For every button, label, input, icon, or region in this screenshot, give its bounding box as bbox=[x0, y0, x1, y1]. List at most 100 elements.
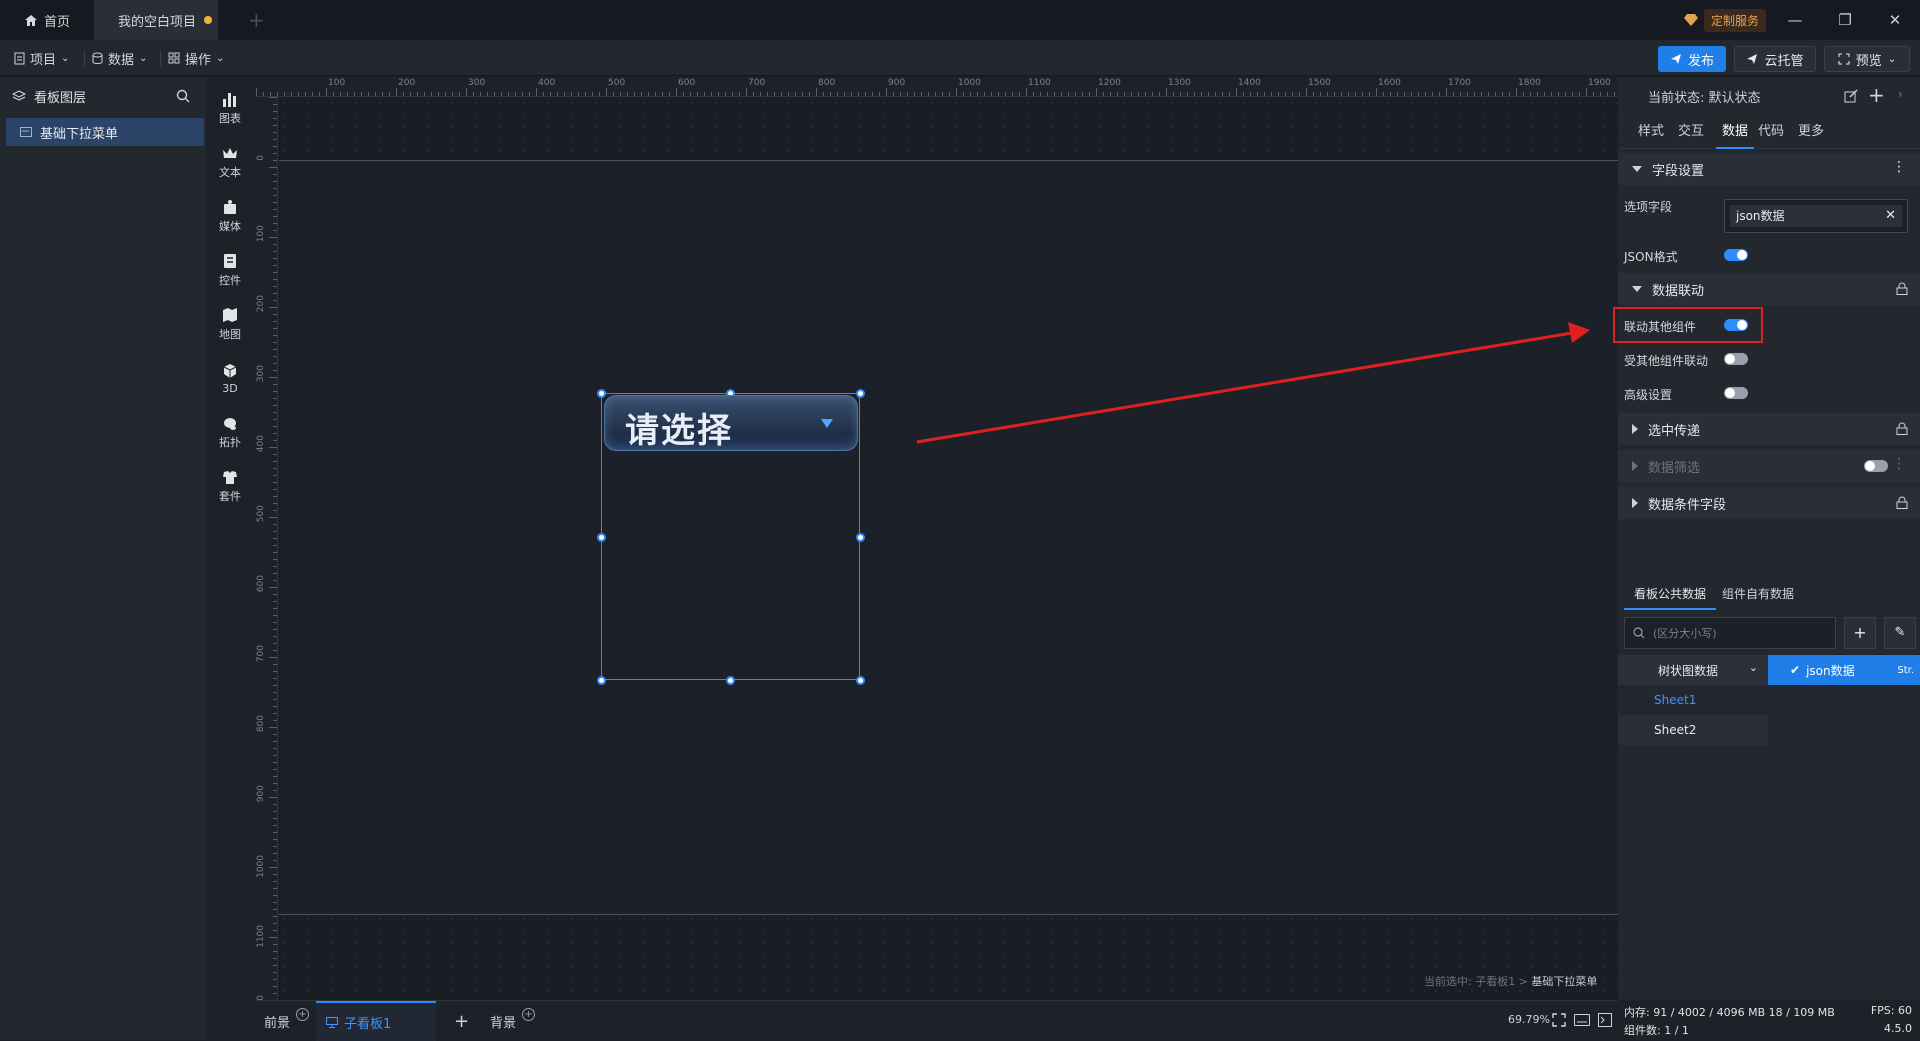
ruler-tick bbox=[273, 965, 277, 966]
ruler-tick bbox=[273, 321, 277, 322]
ruler-tick bbox=[273, 678, 277, 679]
resize-handle[interactable] bbox=[856, 676, 865, 685]
tab-home[interactable]: 首页 bbox=[0, 0, 94, 40]
custom-service-button[interactable]: 定制服务 bbox=[1684, 8, 1767, 32]
resize-handle[interactable] bbox=[726, 676, 735, 685]
tab-project[interactable]: 我的空白项目 bbox=[94, 0, 218, 40]
component-text[interactable]: 文本 bbox=[206, 139, 254, 185]
ruler-tick bbox=[431, 92, 432, 96]
zoom-level[interactable]: 69.79% bbox=[1508, 1013, 1550, 1026]
ruler-tick bbox=[361, 92, 362, 96]
menu-operate[interactable]: 操作 ⌄ bbox=[168, 48, 224, 68]
lock-icon[interactable] bbox=[1896, 282, 1908, 295]
terminal-icon[interactable] bbox=[1598, 1013, 1612, 1027]
edit-icon[interactable] bbox=[1844, 89, 1858, 103]
minimize-icon[interactable]: — bbox=[1782, 8, 1808, 32]
menu-project[interactable]: 项目 ⌄ bbox=[14, 48, 69, 68]
layers-icon bbox=[12, 89, 26, 101]
ruler-label: 1300 bbox=[1168, 78, 1191, 88]
ruler-tick bbox=[273, 153, 277, 154]
search-icon[interactable] bbox=[176, 89, 190, 103]
layer-item[interactable]: 基础下拉菜单 bbox=[6, 118, 204, 146]
tab-data[interactable]: 数据 bbox=[1716, 115, 1754, 149]
add-circle-icon[interactable]: + bbox=[296, 1007, 310, 1021]
section-selected-pass[interactable]: 选中传递 bbox=[1618, 413, 1920, 445]
json-format-label: JSON格式 bbox=[1624, 250, 1678, 264]
sheet-item[interactable]: Sheet1 bbox=[1618, 685, 1768, 715]
state-label: 当前状态: 默认状态 bbox=[1648, 90, 1761, 106]
cloud-hosting-button[interactable]: 云托管 bbox=[1734, 46, 1816, 72]
data-item-type: Str. bbox=[1897, 664, 1914, 676]
add-board-button[interactable]: + bbox=[454, 1001, 469, 1041]
ruler-tick bbox=[1082, 92, 1083, 96]
chevron-right-icon[interactable]: › bbox=[1898, 87, 1903, 101]
lock-icon[interactable] bbox=[1896, 422, 1908, 435]
tab-style[interactable]: 样式 bbox=[1638, 115, 1664, 149]
add-data-button[interactable]: + bbox=[1844, 617, 1876, 649]
cloud-hosting-label: 云托管 bbox=[1764, 53, 1804, 69]
publish-button[interactable]: 发布 bbox=[1658, 46, 1726, 72]
resize-handle[interactable] bbox=[856, 389, 865, 398]
sheet-item[interactable]: Sheet2 bbox=[1618, 715, 1768, 745]
dropdown-widget[interactable]: 请选择 bbox=[604, 395, 858, 451]
resize-handle[interactable] bbox=[597, 389, 606, 398]
section-condition-field[interactable]: 数据条件字段 bbox=[1618, 487, 1920, 519]
more-vertical-icon[interactable]: ⋮ bbox=[1892, 456, 1906, 472]
component-media[interactable]: 媒体 bbox=[206, 193, 254, 239]
advanced-settings-toggle[interactable] bbox=[1724, 387, 1748, 399]
ruler-tick bbox=[1404, 92, 1405, 96]
resize-handle[interactable] bbox=[597, 676, 606, 685]
json-format-toggle[interactable] bbox=[1724, 249, 1748, 261]
new-tab-button[interactable]: + bbox=[236, 0, 265, 40]
tab-component-own-data[interactable]: 组件自有数据 bbox=[1722, 580, 1794, 610]
add-circle-icon[interactable]: + bbox=[522, 1007, 536, 1021]
close-icon[interactable]: ✕ bbox=[1882, 8, 1908, 32]
ruler-tick bbox=[809, 92, 810, 96]
background-tab[interactable]: 背景 + bbox=[490, 1001, 536, 1041]
lock-icon[interactable] bbox=[1896, 496, 1908, 509]
linked-by-others-toggle[interactable] bbox=[1724, 353, 1748, 365]
menu-data[interactable]: 数据 ⌄ bbox=[92, 48, 147, 68]
ruler-tick bbox=[592, 92, 593, 96]
preview-button[interactable]: 预览 ⌄ bbox=[1824, 46, 1910, 72]
ruler-tick bbox=[273, 699, 277, 700]
resize-handle[interactable] bbox=[597, 533, 606, 542]
foreground-tab[interactable]: 前景 + bbox=[264, 1001, 310, 1041]
section-data-filter[interactable]: 数据筛选 ⋮ bbox=[1618, 450, 1920, 482]
tab-interaction[interactable]: 交互 bbox=[1678, 115, 1704, 149]
more-vertical-icon[interactable]: ⋮ bbox=[1892, 159, 1906, 175]
ruler-tick bbox=[1222, 92, 1223, 96]
component-chart[interactable]: 图表 bbox=[206, 85, 254, 131]
ruler-tick bbox=[269, 307, 277, 308]
restore-icon[interactable]: ❐ bbox=[1832, 8, 1858, 32]
ruler-tick bbox=[1320, 92, 1321, 96]
component-topology[interactable]: 拓扑 bbox=[206, 409, 254, 455]
data-item-json[interactable]: ✔ json数据 Str. bbox=[1768, 655, 1920, 685]
ruler-tick bbox=[634, 92, 635, 96]
keyboard-icon[interactable] bbox=[1574, 1014, 1590, 1026]
component-control[interactable]: 控件 bbox=[206, 247, 254, 293]
data-category-select[interactable]: 树状图数据 ⌄ bbox=[1618, 655, 1768, 685]
close-icon[interactable]: ✕ bbox=[1885, 205, 1896, 227]
ruler-tick bbox=[273, 825, 277, 826]
tab-more[interactable]: 更多 bbox=[1798, 115, 1824, 149]
component-suite[interactable]: 套件 bbox=[206, 463, 254, 509]
fit-screen-icon[interactable] bbox=[1552, 1013, 1566, 1027]
data-filter-toggle[interactable] bbox=[1864, 460, 1888, 472]
ruler-tick bbox=[273, 146, 277, 147]
sub-board-tab[interactable]: 子看板1 bbox=[316, 1001, 436, 1041]
component-3d[interactable]: 3D bbox=[206, 355, 254, 401]
section-field-settings[interactable]: 字段设置 ⋮ bbox=[1618, 153, 1920, 185]
tab-code[interactable]: 代码 bbox=[1758, 115, 1784, 149]
component-map[interactable]: 地图 bbox=[206, 301, 254, 347]
option-field-input[interactable]: json数据 ✕ bbox=[1724, 199, 1908, 233]
canvas[interactable] bbox=[279, 160, 1618, 915]
add-icon[interactable]: + bbox=[1868, 83, 1885, 107]
edit-data-button[interactable]: ✎ bbox=[1884, 617, 1916, 649]
section-data-linkage[interactable]: 数据联动 bbox=[1618, 273, 1920, 305]
tab-board-public-data[interactable]: 看板公共数据 bbox=[1624, 580, 1716, 610]
ruler-tick bbox=[1523, 92, 1524, 96]
data-search-input[interactable]: (区分大小写) bbox=[1624, 617, 1836, 649]
resize-handle[interactable] bbox=[856, 533, 865, 542]
memory-info: 内存: 91 / 4002 / 4096 MB 18 / 109 MB bbox=[1624, 1006, 1835, 1019]
